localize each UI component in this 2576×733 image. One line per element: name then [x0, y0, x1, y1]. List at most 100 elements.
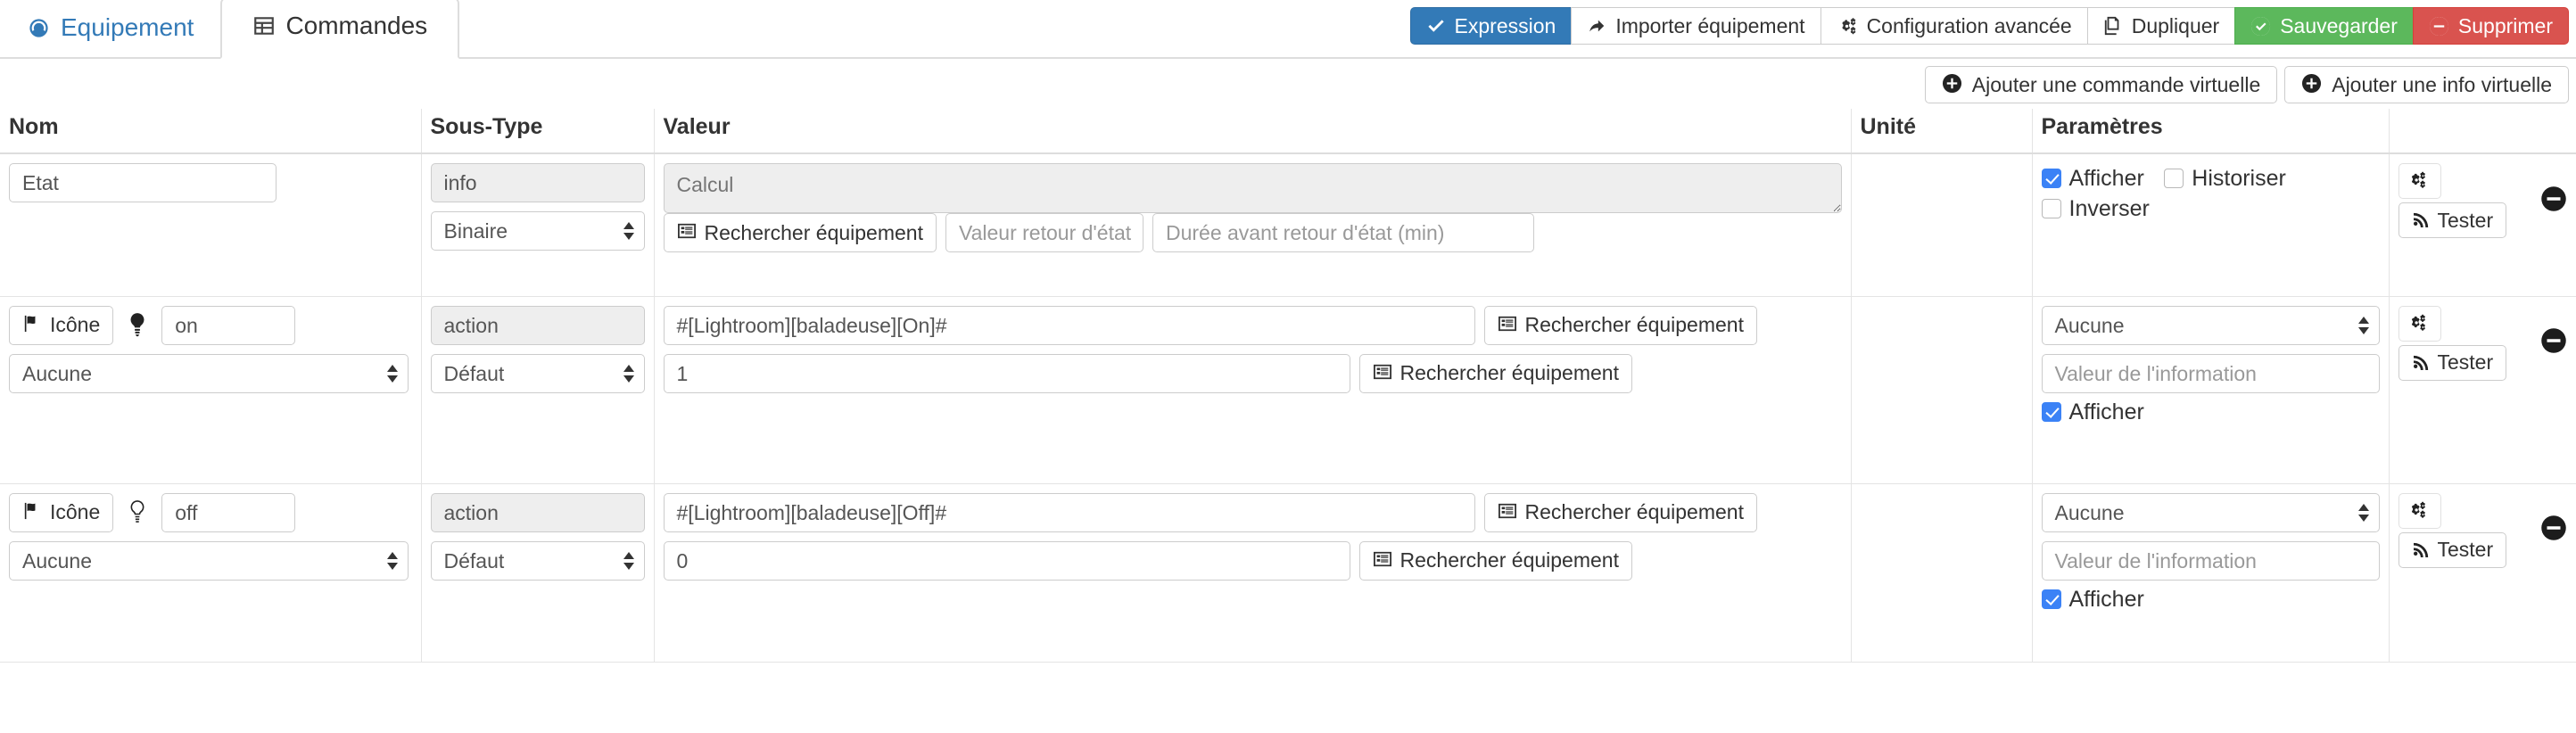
- command-subtype-value: Défaut: [443, 361, 505, 385]
- row-tester-button[interactable]: Tester: [2398, 202, 2507, 238]
- checkbox-box: [2041, 401, 2061, 422]
- inverser-checkbox[interactable]: Inverser: [2041, 194, 2150, 224]
- param-select[interactable]: Aucune: [2041, 305, 2380, 345]
- checkbox-box: [2041, 169, 2061, 188]
- cell-valeur: #[Lightroom][baladeuse][Off]# Rechercher…: [653, 483, 1851, 663]
- header-unite: Unité: [1850, 109, 2032, 154]
- cell-parametres: Afficher Historiser Inverser: [2031, 153, 2389, 297]
- cell-nom: Icône on Aucune: [0, 296, 421, 484]
- param-select-value: Aucune: [2054, 500, 2125, 524]
- info-value-input[interactable]: Valeur de l'information: [2041, 540, 2380, 581]
- cell-parametres: Aucune Valeur de l'information Afficher: [2031, 483, 2389, 663]
- calcul-textarea[interactable]: [663, 163, 1842, 213]
- cogs-icon: [1837, 16, 1858, 36]
- value-input[interactable]: 1: [663, 353, 1350, 393]
- cell-unite: [1850, 483, 2032, 663]
- search-equipment-button[interactable]: Rechercher équipement: [1483, 492, 1757, 532]
- tab-commandes[interactable]: Commandes: [220, 0, 460, 59]
- request-input[interactable]: #[Lightroom][baladeuse][On]#: [663, 305, 1475, 345]
- row-config-button[interactable]: [2398, 492, 2441, 529]
- cell-sous-type: action Défaut: [420, 483, 654, 663]
- tab-commandes-label: Commandes: [285, 12, 428, 39]
- row-config-button[interactable]: [2398, 163, 2441, 199]
- request-input[interactable]: #[Lightroom][baladeuse][Off]#: [663, 492, 1475, 532]
- save-label: Sauvegarder: [2280, 13, 2398, 37]
- command-subtype-select[interactable]: Défaut: [430, 353, 645, 393]
- search-equipment-label: Rechercher équipement: [1524, 500, 1744, 523]
- list-alt-icon: [1373, 550, 1392, 572]
- icon-picker-button[interactable]: Icône: [9, 492, 114, 532]
- minus-circle-icon: [2429, 16, 2449, 37]
- historiser-label: Historiser: [2192, 166, 2286, 191]
- command-subtype-select[interactable]: Binaire: [430, 211, 645, 251]
- afficher-checkbox[interactable]: Afficher: [2041, 163, 2144, 194]
- command-name-input[interactable]: on: [161, 305, 296, 345]
- cell-unite: [1850, 296, 2032, 484]
- historiser-checkbox[interactable]: Historiser: [2164, 163, 2286, 194]
- add-virtual-command-button[interactable]: Ajouter une commande virtuelle: [1924, 66, 2278, 103]
- flag-icon: [22, 315, 42, 336]
- command-group-select[interactable]: Aucune: [9, 540, 409, 581]
- command-subtype-value: Binaire: [443, 219, 508, 243]
- add-virtual-command-label: Ajouter une commande virtuelle: [1971, 72, 2261, 96]
- cell-nom: Icône off Aucune: [0, 483, 421, 663]
- header-actions: [2388, 109, 2576, 154]
- dashboard-icon: [27, 16, 51, 40]
- save-button[interactable]: Sauvegarder: [2234, 7, 2414, 45]
- row-remove-button[interactable]: [2540, 515, 2567, 545]
- duplicate-label: Dupliquer: [2131, 13, 2220, 37]
- duplicate-button[interactable]: Dupliquer: [2086, 7, 2236, 45]
- row-remove-button[interactable]: [2540, 185, 2567, 215]
- row-remove-button[interactable]: [2540, 328, 2567, 358]
- chevron-updown-icon: [386, 551, 398, 570]
- afficher-checkbox[interactable]: Afficher: [2041, 397, 2144, 427]
- icon-picker-label: Icône: [50, 313, 101, 336]
- check-circle-icon: [2250, 16, 2271, 37]
- search-equipment-button-2[interactable]: Rechercher équipement: [1358, 353, 1632, 393]
- table-header-row: Nom Sous-Type Valeur Unité Paramètres: [0, 109, 2576, 154]
- retour-etat-input[interactable]: Valeur retour d'état: [945, 213, 1144, 252]
- icon-picker-button[interactable]: Icône: [9, 305, 114, 345]
- table-icon: [252, 14, 276, 37]
- top-bar: Equipement Commandes Expression Importer…: [0, 0, 2576, 59]
- search-equipment-button[interactable]: Rechercher équipement: [1483, 305, 1757, 345]
- tab-equipement[interactable]: Equipement: [0, 15, 220, 59]
- command-type-readonly: action: [430, 305, 645, 345]
- cell-nom: Etat: [0, 153, 421, 297]
- icon-picker-label: Icône: [50, 500, 101, 523]
- advanced-config-button[interactable]: Configuration avancée: [1820, 7, 2088, 45]
- cell-actions: Tester: [2388, 153, 2576, 297]
- add-virtual-info-button[interactable]: Ajouter une info virtuelle: [2284, 66, 2569, 103]
- list-alt-icon: [1373, 363, 1392, 384]
- command-name-input[interactable]: Etat: [9, 163, 277, 202]
- cell-sous-type: action Défaut: [420, 296, 654, 484]
- command-subtype-value: Défaut: [443, 548, 505, 572]
- command-name-input[interactable]: off: [161, 492, 296, 532]
- table-row: Icône on Aucune action Défaut #[Lightroo…: [0, 296, 2576, 484]
- command-group-select[interactable]: Aucune: [9, 353, 409, 393]
- cell-parametres: Aucune Valeur de l'information Afficher: [2031, 296, 2389, 484]
- expression-button[interactable]: Expression: [1409, 7, 1573, 45]
- cell-actions: Tester: [2388, 483, 2576, 663]
- row-config-button[interactable]: [2398, 305, 2441, 342]
- import-equipment-button[interactable]: Importer équipement: [1571, 7, 1821, 45]
- duree-retour-etat-input[interactable]: Durée avant retour d'état (min): [1152, 213, 1534, 252]
- afficher-checkbox[interactable]: Afficher: [2041, 584, 2144, 614]
- param-select-value: Aucune: [2054, 313, 2125, 337]
- search-equipment-button[interactable]: Rechercher équipement: [663, 213, 937, 252]
- rss-icon: [2412, 539, 2430, 561]
- command-subtype-select[interactable]: Défaut: [430, 540, 645, 581]
- info-value-input[interactable]: Valeur de l'information: [2041, 353, 2380, 393]
- row-tester-button[interactable]: Tester: [2398, 531, 2507, 568]
- check-icon: [1426, 16, 1446, 36]
- lightbulb-outline-icon: [122, 493, 153, 532]
- row-tester-button[interactable]: Tester: [2398, 344, 2507, 381]
- command-type-readonly: info: [430, 163, 645, 202]
- inverser-label: Inverser: [2068, 196, 2150, 222]
- search-equipment-button-2[interactable]: Rechercher équipement: [1358, 540, 1632, 581]
- value-input[interactable]: 0: [663, 540, 1350, 581]
- afficher-label: Afficher: [2068, 166, 2144, 191]
- cogs-icon: [2409, 313, 2431, 334]
- delete-button[interactable]: Supprimer: [2412, 7, 2569, 45]
- param-select[interactable]: Aucune: [2041, 492, 2380, 532]
